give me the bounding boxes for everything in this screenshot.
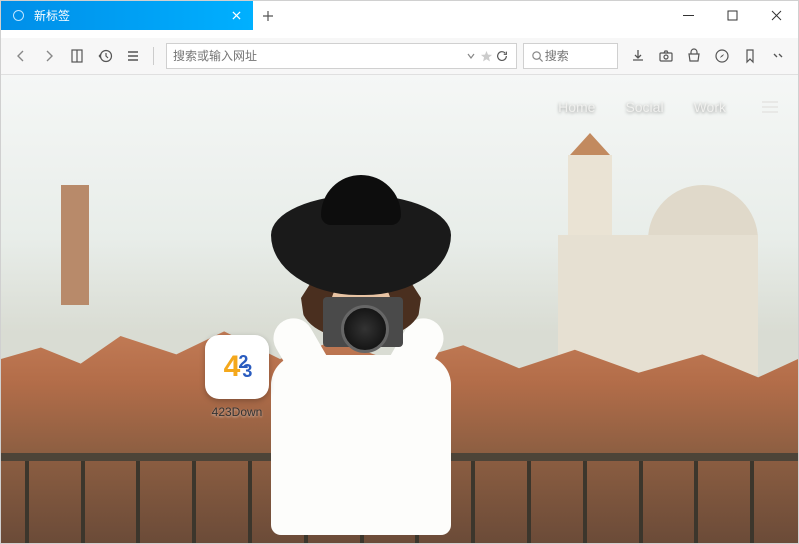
nav-menu-button[interactable] [762, 101, 778, 113]
history-button[interactable] [91, 42, 119, 70]
window-controls [666, 1, 798, 38]
search-icon-wrap [530, 50, 545, 63]
favorite-button[interactable] [479, 50, 495, 63]
tab-title: 新标签 [34, 7, 70, 24]
background-image [1, 75, 798, 543]
nav-work[interactable]: Work [694, 99, 726, 115]
read-list-icon [125, 48, 141, 64]
reading-list-button[interactable] [119, 42, 147, 70]
extensions-button[interactable] [680, 42, 708, 70]
chevron-down-icon [466, 51, 476, 61]
address-input[interactable] [173, 49, 463, 63]
nav-back-button[interactable] [7, 42, 35, 70]
toolbar [1, 38, 798, 75]
downloads-button[interactable] [624, 42, 652, 70]
reload-icon [495, 49, 509, 63]
search-input[interactable] [545, 49, 611, 63]
new-tab-button[interactable] [253, 1, 283, 30]
address-bar[interactable] [166, 43, 517, 69]
nav-social[interactable]: Social [625, 99, 663, 115]
history-icon [97, 48, 113, 64]
reader-view-button[interactable] [63, 42, 91, 70]
nav-forward-button[interactable] [35, 42, 63, 70]
bookmark-icon [742, 48, 758, 64]
forward-icon [41, 48, 57, 64]
tile-logo: 423 [205, 335, 269, 399]
window-maximize-button[interactable] [710, 1, 754, 30]
star-icon [480, 50, 493, 63]
nav-home[interactable]: Home [558, 99, 595, 115]
close-icon [232, 11, 241, 20]
maximize-icon [727, 10, 738, 21]
titlebar: 新标签 [1, 1, 798, 38]
plus-icon [262, 10, 274, 22]
window-minimize-button[interactable] [666, 1, 710, 30]
reader-icon [69, 48, 85, 64]
loading-icon [13, 10, 24, 21]
search-bar[interactable] [523, 43, 618, 69]
overflow-button[interactable] [764, 42, 792, 70]
compass-button[interactable] [708, 42, 736, 70]
window-close-button[interactable] [754, 1, 798, 30]
search-icon [531, 50, 544, 63]
bookmarks-button[interactable] [736, 42, 764, 70]
screenshot-button[interactable] [652, 42, 680, 70]
hamburger-icon [762, 101, 778, 103]
speed-dial-tile[interactable]: 423 423Down [197, 335, 277, 419]
tab-close-button[interactable] [227, 7, 245, 25]
back-icon [13, 48, 29, 64]
reload-button[interactable] [494, 49, 510, 63]
titlebar-spacer [283, 1, 666, 38]
download-icon [630, 48, 646, 64]
tile-label: 423Down [197, 405, 277, 419]
compass-icon [714, 48, 730, 64]
camera-icon [658, 48, 674, 64]
page-nav: Home Social Work [558, 99, 778, 115]
logo-423-icon: 423 [224, 350, 251, 384]
close-icon [771, 10, 782, 21]
more-icon [770, 48, 786, 64]
address-dropdown-button[interactable] [463, 51, 479, 61]
shop-icon [686, 48, 702, 64]
toolbar-divider [153, 47, 154, 65]
page-content: Home Social Work 423 423Down [1, 75, 798, 543]
minimize-icon [683, 10, 694, 21]
browser-tab[interactable]: 新标签 [1, 1, 253, 30]
